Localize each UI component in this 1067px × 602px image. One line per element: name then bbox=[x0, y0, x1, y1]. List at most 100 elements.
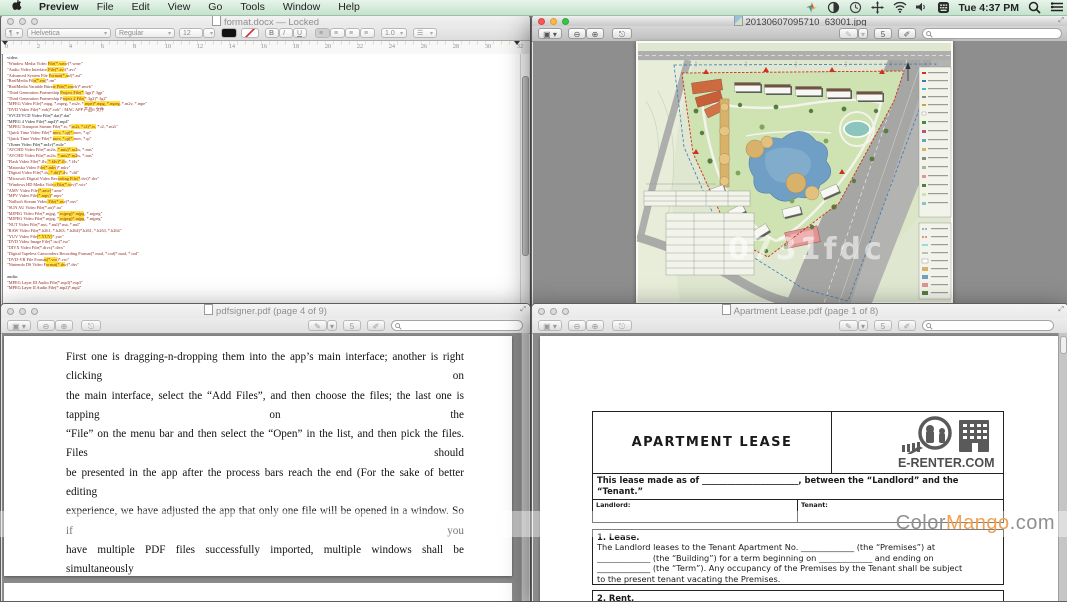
menu-file[interactable]: File bbox=[88, 0, 123, 15]
zoom-in-button[interactable]: ⊕ bbox=[586, 320, 604, 331]
view-menu-button[interactable]: ▣ ▾ bbox=[538, 28, 562, 39]
menu-clock[interactable]: Tue 4:37 PM bbox=[959, 2, 1020, 14]
lease-text-line: The Landlord leases to the Tenant Apartm… bbox=[597, 542, 999, 552]
search-field[interactable] bbox=[391, 320, 523, 331]
ruler-number: 26 bbox=[421, 44, 427, 50]
share-button[interactable]: ⎋ bbox=[612, 320, 632, 331]
pdf-canvas[interactable]: APARTMENT LEASE bbox=[533, 333, 1067, 601]
time-machine-icon[interactable] bbox=[849, 1, 862, 14]
zoom-out-button[interactable]: ⊖ bbox=[37, 320, 55, 331]
page-number-button[interactable]: 5 bbox=[874, 320, 892, 331]
markup-button[interactable]: ✐ bbox=[367, 320, 385, 331]
font-family-dropdown[interactable]: Helvetica▾ bbox=[27, 28, 111, 38]
markup-button[interactable]: ✐ bbox=[898, 320, 916, 331]
align-right-button[interactable]: ≡ bbox=[345, 28, 360, 38]
site-plan-pool bbox=[844, 121, 870, 137]
align-justify-button[interactable]: ≡ bbox=[360, 28, 375, 38]
share-button[interactable]: ⎋ bbox=[612, 28, 632, 39]
universal-access-icon[interactable] bbox=[871, 1, 884, 14]
pdf-canvas[interactable]: First one is dragging-n-dropping them in… bbox=[2, 333, 529, 601]
format-line: "MPEG Layer II Audio File(*.mp2)*.mp2" bbox=[7, 285, 147, 291]
zoom-in-button[interactable]: ⊕ bbox=[586, 28, 604, 39]
search-input[interactable] bbox=[404, 321, 520, 330]
ruler-indent-marker-right[interactable] bbox=[514, 41, 520, 45]
bold-button[interactable]: B bbox=[265, 28, 279, 38]
fullscreen-icon[interactable]: ⤢ bbox=[1058, 306, 1064, 314]
lease-logo-cell: E-RENTER.COM bbox=[832, 411, 1004, 474]
underline-button[interactable]: U bbox=[293, 28, 307, 38]
pen-tool-button[interactable]: ✎ bbox=[839, 28, 858, 39]
zoom-out-button[interactable]: ⊖ bbox=[568, 28, 586, 39]
fullscreen-icon[interactable]: ⤢ bbox=[1058, 17, 1064, 25]
menu-view[interactable]: View bbox=[159, 0, 200, 15]
scrollbar-thumb[interactable] bbox=[522, 76, 529, 256]
apple-icon bbox=[12, 0, 22, 11]
text-color-swatch[interactable] bbox=[221, 28, 237, 38]
share-button[interactable]: ⎋ bbox=[81, 320, 101, 331]
menu-window[interactable]: Window bbox=[274, 0, 329, 15]
pen-tool-dropdown[interactable]: ▾ bbox=[858, 320, 868, 331]
lease-text-line: _____________ (the “Term”). Any occupanc… bbox=[597, 563, 999, 573]
line-spacing-dropdown[interactable]: 1.0▾ bbox=[381, 28, 407, 38]
view-menu-button[interactable]: ▣ ▾ bbox=[7, 320, 31, 331]
align-center-button[interactable]: ≡ bbox=[330, 28, 345, 38]
align-left-button[interactable]: ≡ bbox=[315, 28, 330, 38]
pen-tool-dropdown[interactable]: ▾ bbox=[858, 28, 868, 39]
page-number-button[interactable]: 5 bbox=[874, 28, 892, 39]
menu-preview[interactable]: Preview bbox=[30, 0, 88, 15]
font-size-dropdown[interactable]: ▾ bbox=[203, 28, 215, 38]
menu-edit[interactable]: Edit bbox=[123, 0, 159, 15]
font-size-field[interactable]: 12 bbox=[179, 28, 203, 38]
scrollbar-track[interactable] bbox=[520, 54, 529, 311]
search-field[interactable] bbox=[922, 320, 1054, 331]
lease-intro: This lease made as of __________________… bbox=[592, 473, 1004, 500]
pdfsigner-titlebar[interactable]: pdfsigner.pdf (page 4 of 9) ⤢ bbox=[1, 304, 530, 319]
preview-toolbar: ▣ ▾ ⊖ ⊕ ⎋ ✎ ▾ 5 ✐ bbox=[1, 318, 530, 334]
image-canvas[interactable]: 0731fdc bbox=[533, 41, 1067, 311]
search-icon bbox=[926, 323, 933, 330]
fullscreen-icon[interactable]: ⤢ bbox=[520, 306, 526, 314]
document-body[interactable]: video: "Window Media Video File(*.wmv)*.… bbox=[2, 54, 529, 311]
site-plan-drawing: 0731fdc bbox=[636, 41, 953, 304]
menu-go[interactable]: Go bbox=[199, 0, 231, 15]
stroke-color-swatch[interactable] bbox=[241, 28, 259, 38]
ruler-number: 8 bbox=[133, 44, 136, 50]
menu-tools[interactable]: Tools bbox=[231, 0, 274, 15]
keyboard-input-icon[interactable] bbox=[937, 1, 950, 14]
list-style-dropdown[interactable]: ☰▾ bbox=[413, 28, 437, 38]
pdf-text-line: First one is dragging-n-dropping them in… bbox=[66, 348, 464, 387]
zoom-out-button[interactable]: ⊖ bbox=[568, 320, 586, 331]
scrollbar-track[interactable] bbox=[1058, 333, 1067, 601]
scrollbar-thumb[interactable] bbox=[1060, 336, 1067, 354]
pen-tool-button[interactable]: ✎ bbox=[308, 320, 327, 331]
search-input[interactable] bbox=[935, 321, 1051, 330]
e-renter-logo-icon bbox=[847, 416, 997, 456]
markup-button[interactable]: ✐ bbox=[898, 28, 916, 39]
ruler[interactable]: 02468101214161820222426283032 bbox=[1, 41, 521, 55]
spotlight-icon[interactable] bbox=[1028, 1, 1041, 14]
jpeg-file-icon bbox=[734, 15, 743, 26]
preview-toolbar: ▣ ▾ ⊖ ⊕ ⎋ ✎ ▾ 5 ✐ bbox=[532, 318, 1067, 334]
display-contrast-icon[interactable] bbox=[827, 1, 840, 14]
apple-menu[interactable] bbox=[0, 0, 30, 16]
pen-tool-dropdown[interactable]: ▾ bbox=[327, 320, 337, 331]
view-menu-button[interactable]: ▣ ▾ bbox=[538, 320, 562, 331]
typeface-dropdown[interactable]: Regular▾ bbox=[115, 28, 175, 38]
search-input[interactable] bbox=[935, 29, 1059, 38]
ruler-indent-marker-left[interactable] bbox=[2, 41, 8, 45]
paragraph-styles-dropdown[interactable]: ¶▾ bbox=[5, 28, 23, 38]
pdfsigner-window: pdfsigner.pdf (page 4 of 9) ⤢ ▣ ▾ ⊖ ⊕ ⎋ … bbox=[0, 303, 531, 602]
scrollbar-track[interactable] bbox=[521, 333, 529, 601]
wifi-icon[interactable] bbox=[893, 1, 906, 14]
search-field[interactable] bbox=[922, 28, 1062, 39]
notification-center-icon[interactable] bbox=[1050, 1, 1063, 14]
page-number-button[interactable]: 5 bbox=[343, 320, 361, 331]
pen-tool-button[interactable]: ✎ bbox=[839, 320, 858, 331]
zoom-in-button[interactable]: ⊕ bbox=[55, 320, 73, 331]
lease-titlebar[interactable]: Apartment Lease.pdf (page 1 of 8) ⤢ bbox=[532, 304, 1067, 319]
italic-button[interactable]: I bbox=[279, 28, 293, 38]
volume-icon[interactable] bbox=[915, 1, 928, 14]
app-status-icon[interactable] bbox=[805, 1, 818, 14]
ruler-number: 20 bbox=[325, 44, 331, 50]
menu-help[interactable]: Help bbox=[329, 0, 369, 15]
